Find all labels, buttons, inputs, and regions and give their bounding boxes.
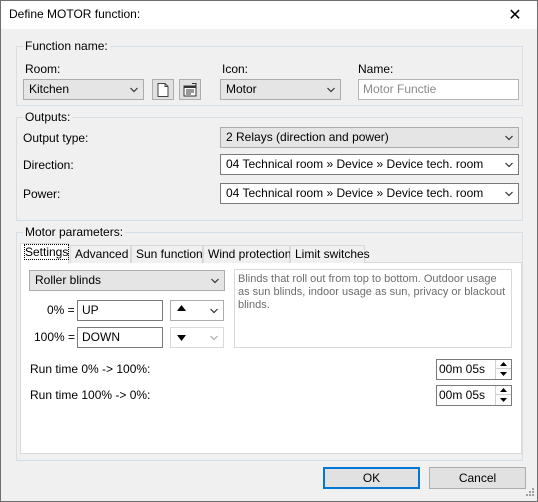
chevron-down-icon — [505, 191, 513, 197]
run-time-down-label: Run time 100% -> 0%: — [30, 388, 151, 402]
caret-up-icon — [500, 362, 507, 366]
ok-button[interactable]: OK — [323, 467, 420, 489]
direction-label: Direction: — [23, 158, 74, 172]
title-bar: Define MOTOR function: ✕ — [1, 1, 537, 29]
room-label: Room: — [25, 62, 61, 76]
properties-icon — [183, 82, 197, 96]
caret-up-icon — [500, 388, 507, 392]
tab-wind-protection[interactable]: Wind protection — [203, 245, 291, 263]
outputs-legend: Outputs: — [23, 110, 73, 124]
tab-limit-switches[interactable]: Limit switches — [290, 245, 370, 263]
name-label: Name: — [358, 62, 394, 76]
new-room-button[interactable] — [152, 79, 174, 100]
chevron-down-icon — [505, 162, 513, 168]
power-select[interactable]: 04 Technical room » Device » Device tech… — [220, 183, 519, 204]
arrow-up-icon — [177, 305, 186, 311]
cancel-button[interactable]: Cancel — [429, 467, 526, 489]
tab-sun-function[interactable]: Sun function — [131, 245, 203, 263]
dialog-window: Define MOTOR function: ✕ Function name: … — [0, 0, 538, 502]
spin-down-button[interactable] — [496, 369, 511, 378]
power-value: 04 Technical room » Device » Device tech… — [226, 186, 484, 200]
position-100-direction-select[interactable] — [170, 327, 224, 348]
direction-value: 04 Technical room » Device » Device tech… — [226, 157, 484, 171]
caret-down-icon — [500, 397, 507, 402]
blind-type-select[interactable]: Roller blinds — [29, 270, 225, 291]
spin-down-button[interactable] — [496, 395, 511, 404]
output-type-select[interactable]: 2 Relays (direction and power) — [220, 127, 519, 148]
output-type-value: 2 Relays (direction and power) — [226, 130, 389, 144]
position-100-label: 100% = — [34, 330, 76, 344]
icon-select[interactable]: Motor — [220, 79, 341, 100]
spin-up-button[interactable] — [496, 386, 511, 395]
icon-label: Icon: — [222, 62, 249, 76]
chevron-down-icon — [505, 135, 513, 141]
blind-type-value: Roller blinds — [35, 273, 102, 287]
room-select[interactable]: Kitchen — [23, 79, 144, 100]
room-value: Kitchen — [29, 82, 70, 96]
position-100-input[interactable]: DOWN — [77, 327, 163, 348]
chevron-down-icon — [211, 278, 219, 284]
run-time-down-spinner[interactable]: 00m 05s — [436, 385, 512, 406]
run-time-up-label: Run time 0% -> 100%: — [30, 362, 151, 376]
close-icon: ✕ — [508, 7, 522, 24]
dialog-title: Define MOTOR function: — [9, 7, 141, 21]
arrow-down-icon — [177, 335, 186, 341]
position-0-direction-select[interactable] — [170, 300, 224, 321]
room-properties-button[interactable] — [179, 79, 201, 100]
caret-down-icon — [500, 371, 507, 376]
run-time-down-value: 00m 05s — [439, 388, 486, 402]
chevron-down-icon — [130, 87, 138, 93]
tab-settings[interactable]: Settings — [20, 243, 70, 264]
output-type-label: Output type: — [23, 131, 89, 145]
name-input[interactable]: Motor Functie — [358, 79, 519, 100]
direction-select[interactable]: 04 Technical room » Device » Device tech… — [220, 154, 519, 175]
power-label: Power: — [23, 187, 61, 201]
resize-grip-icon[interactable] — [523, 487, 535, 499]
chevron-down-icon — [327, 87, 335, 93]
tab-advanced[interactable]: Advanced — [70, 245, 131, 263]
spin-up-button[interactable] — [496, 360, 511, 369]
run-time-up-spinner[interactable]: 00m 05s — [436, 359, 512, 380]
chevron-down-icon — [210, 308, 218, 314]
icon-value: Motor — [226, 82, 257, 96]
close-button[interactable]: ✕ — [493, 1, 537, 29]
new-document-icon — [157, 82, 169, 97]
motor-parameters-legend: Motor parameters: — [23, 225, 126, 239]
chevron-down-icon — [210, 335, 218, 341]
run-time-up-value: 00m 05s — [439, 362, 486, 376]
position-0-input[interactable]: UP — [77, 300, 163, 321]
blind-description: Blinds that roll out from top to bottom.… — [234, 269, 512, 348]
position-0-label: 0% = — [47, 303, 75, 317]
function-name-legend: Function name: — [23, 39, 110, 53]
